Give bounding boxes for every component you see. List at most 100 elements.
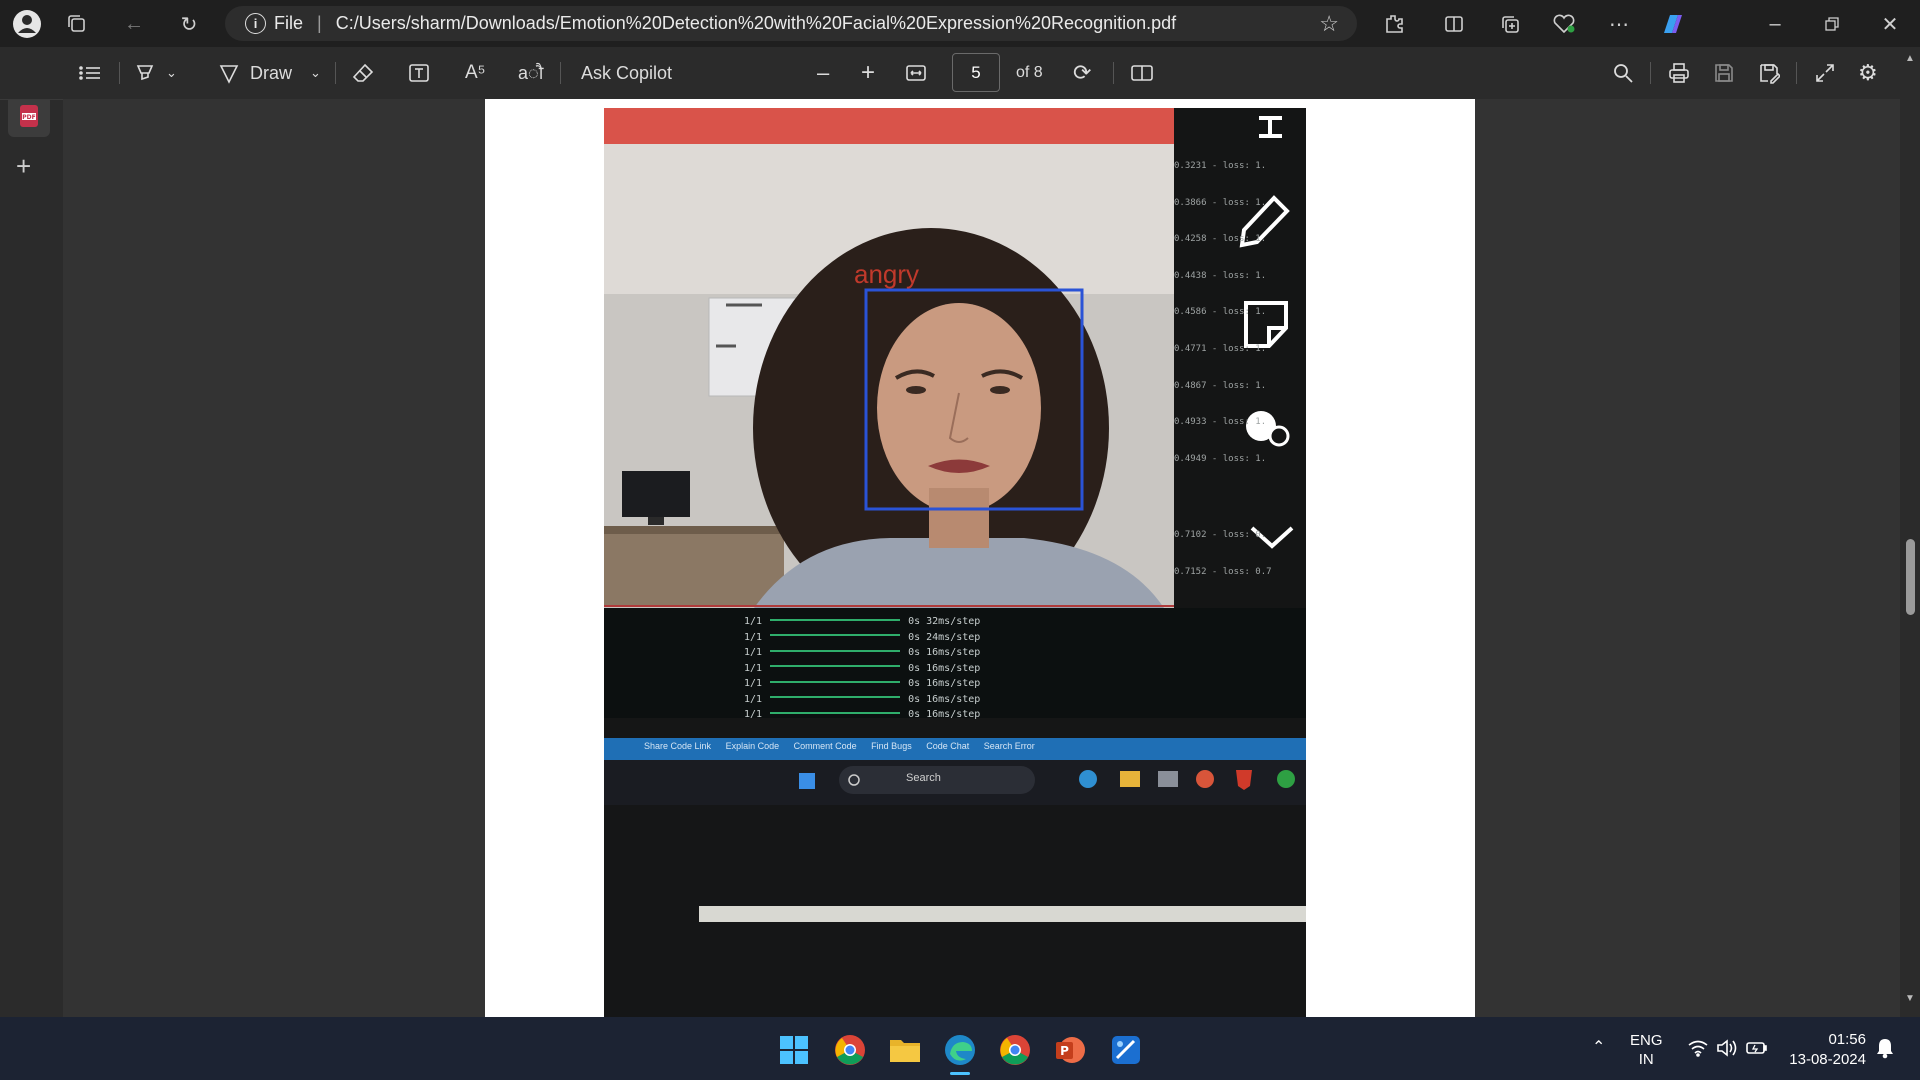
scroll-thumb[interactable]	[1906, 539, 1915, 615]
wifi-icon[interactable]	[1687, 1039, 1709, 1062]
fit-page-icon[interactable]	[905, 57, 927, 89]
workspaces-icon[interactable]	[59, 6, 95, 42]
collections-icon[interactable]	[1492, 6, 1528, 42]
metric-line: 0.4949 - loss: 1.	[1174, 453, 1267, 464]
volume-icon[interactable]	[1716, 1038, 1738, 1063]
console-step: 1/1	[744, 709, 763, 720]
page-view-icon[interactable]	[1130, 57, 1154, 89]
file-explorer-icon[interactable]	[889, 1036, 921, 1064]
fullscreen-icon[interactable]	[1814, 57, 1836, 89]
more-options-icon[interactable]: ⋯	[1601, 6, 1637, 42]
progress-bar	[770, 649, 901, 652]
console-row: 1/1 0s 16ms/step	[744, 645, 980, 661]
pdf-photo: angry 0.3231 - loss: 1. 0.3866 - loss: 1…	[604, 108, 1306, 1017]
console-step: 1/1	[744, 693, 763, 705]
vscode-action: Find Bugs	[871, 741, 912, 751]
draw-icon	[219, 65, 239, 84]
find-icon[interactable]	[1612, 57, 1634, 89]
save-as-icon[interactable]	[1758, 57, 1780, 89]
console-row: 1/1 0s 16ms/step	[744, 692, 980, 708]
translate-icon[interactable]: aौ	[518, 57, 543, 89]
draw-label: Draw	[250, 62, 293, 83]
back-icon[interactable]: ←	[116, 6, 152, 42]
start-icon[interactable]	[779, 1035, 809, 1065]
close-icon[interactable]: ✕	[1872, 6, 1908, 42]
scroll-down-icon[interactable]: ▼	[1905, 993, 1915, 1004]
rotate-icon[interactable]: ⟳	[1073, 57, 1091, 89]
progress-bar	[770, 618, 901, 621]
pdf-tab[interactable]: PDF	[8, 95, 50, 137]
address-text[interactable]: C:/Users/sharm/Downloads/Emotion%20Detec…	[336, 13, 1176, 34]
toolbar-divider	[119, 62, 120, 84]
progress-bar	[770, 680, 901, 683]
address-bar[interactable]: i File | C:/Users/sharm/Downloads/Emotio…	[225, 6, 1357, 41]
contents-icon[interactable]	[78, 57, 102, 89]
metric-line: 0.7102 - loss: 0.	[1174, 530, 1267, 541]
console-row: 1/1 0s 32ms/step	[744, 614, 980, 630]
read-aloud-icon[interactable]: A⁵	[465, 57, 486, 89]
metric-line: 0.4438 - loss: 1.	[1174, 270, 1267, 281]
erase-icon[interactable]	[352, 57, 374, 89]
page-total: of 8	[1016, 64, 1043, 81]
minimize-icon[interactable]: –	[1757, 6, 1793, 42]
console-step: 1/1	[744, 678, 763, 689]
chrome-icon[interactable]	[834, 1034, 866, 1066]
ask-copilot-button[interactable]: Ask Copilot	[581, 57, 672, 89]
print-icon[interactable]	[1668, 57, 1690, 89]
settings-icon[interactable]: ⚙	[1858, 57, 1878, 89]
metric-line: 0.4933 - loss: 1.	[1174, 417, 1267, 428]
metric-line: 0.4867 - loss: 1.	[1174, 380, 1267, 391]
vscode-action: Comment Code	[793, 741, 857, 751]
powerpoint-icon[interactable]: P	[1054, 1034, 1086, 1066]
edge-icon[interactable]	[944, 1034, 976, 1066]
metric-line: 0.4771 - loss: 1.	[1174, 343, 1267, 354]
training-metrics: 0.3231 - loss: 1. 0.3866 - loss: 1. 0.42…	[1174, 148, 1306, 591]
vscode-action: Explain Code	[725, 741, 780, 751]
zoom-in-icon[interactable]: +	[861, 57, 875, 89]
emotion-label: angry	[854, 259, 919, 289]
toolbar-divider	[1113, 62, 1114, 84]
vscode-action: Share Code Link	[644, 741, 712, 751]
info-icon[interactable]: i	[245, 13, 266, 34]
draw-button[interactable]: Draw ⌄	[218, 57, 321, 89]
snipping-tool-icon[interactable]	[1110, 1034, 1142, 1066]
profile-avatar[interactable]	[9, 6, 45, 42]
inner-search-label: Search	[906, 772, 941, 784]
console-time: 0s 16ms/step	[908, 678, 981, 689]
vertical-scrollbar[interactable]: ▲ ▼	[1900, 47, 1920, 1017]
clock[interactable]: 01:56 13-08-2024	[1784, 1030, 1866, 1070]
extensions-icon[interactable]	[1376, 6, 1412, 42]
browser-essentials-icon[interactable]	[1546, 6, 1582, 42]
zoom-out-icon[interactable]: –	[817, 57, 829, 89]
metric-line: 0.4586 - loss: 1.	[1174, 307, 1267, 318]
show-hidden-icons[interactable]: ⌃	[1592, 1037, 1605, 1057]
save-icon[interactable]	[1713, 57, 1735, 89]
draw-dropdown-icon[interactable]: ⌄	[310, 65, 321, 81]
highlight-dropdown-icon[interactable]: ⌄	[166, 65, 177, 81]
console-row: 1/1 0s 16ms/step	[744, 707, 980, 723]
console-time: 0s 24ms/step	[908, 631, 981, 643]
refresh-icon[interactable]: ↻	[171, 6, 207, 42]
copilot-icon[interactable]	[1654, 6, 1690, 42]
scroll-up-icon[interactable]: ▲	[1905, 53, 1915, 64]
notifications-icon[interactable]	[1876, 1037, 1894, 1064]
language-indicator[interactable]: ENG IN	[1630, 1031, 1663, 1069]
new-tab-icon[interactable]: +	[16, 151, 31, 182]
chrome-profile-icon[interactable]	[999, 1034, 1031, 1066]
restore-icon[interactable]	[1814, 6, 1850, 42]
split-screen-icon[interactable]	[1436, 6, 1472, 42]
text-box-icon[interactable]	[408, 57, 430, 89]
console-step: 1/1	[744, 647, 763, 658]
page-number-input[interactable]	[952, 53, 1000, 92]
address-separator: |	[317, 13, 322, 33]
vertical-tabs-sidebar: PDF +	[0, 47, 58, 1017]
file-label: File	[274, 13, 304, 33]
active-app-indicator	[950, 1072, 970, 1075]
console-row: 1/1 0s 24ms/step	[744, 630, 980, 646]
console-step: 1/1	[744, 616, 763, 627]
battery-icon[interactable]	[1746, 1040, 1768, 1061]
highlight-icon[interactable]: ⌄	[134, 57, 177, 89]
region-code: IN	[1638, 1051, 1654, 1068]
favorite-star-icon[interactable]: ☆	[1319, 11, 1339, 37]
toolbar-divider	[1650, 62, 1651, 84]
